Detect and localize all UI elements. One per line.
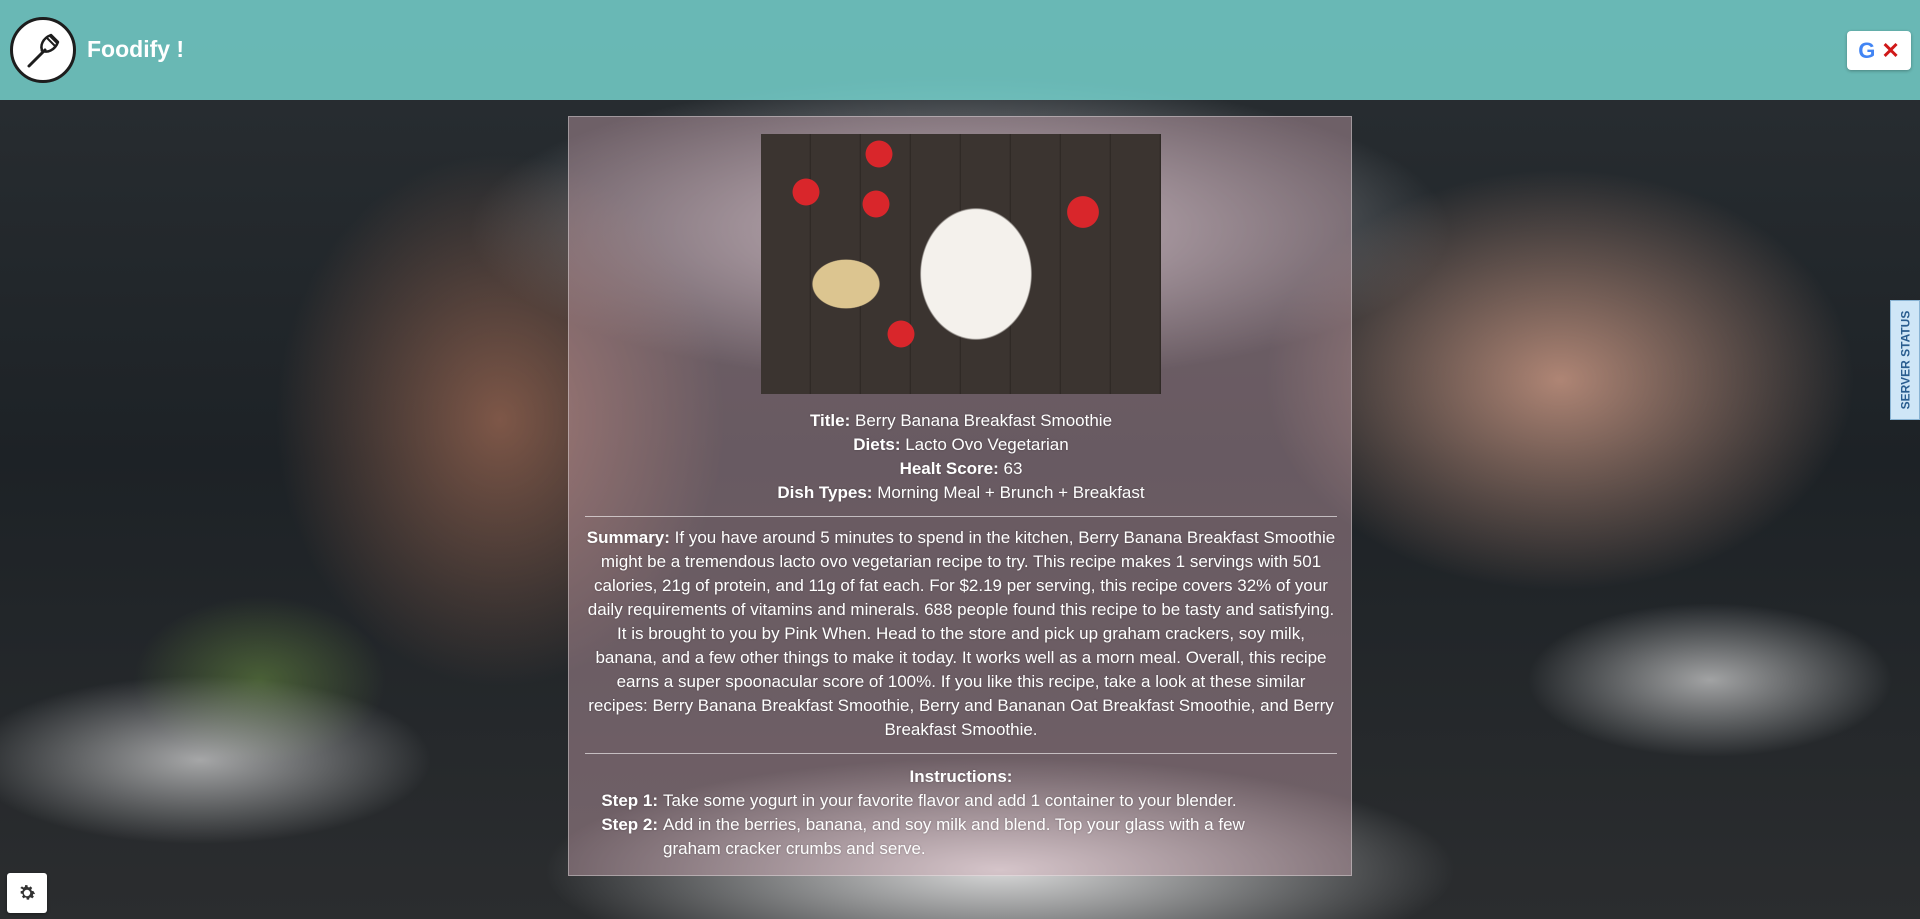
recipe-diets: Lacto Ovo Vegetarian — [905, 435, 1069, 454]
dish-types-label: Dish Types: — [777, 483, 873, 502]
instructions-heading: Instructions: — [909, 767, 1013, 786]
google-icon: G — [1858, 37, 1876, 63]
recipe-image — [761, 134, 1161, 394]
divider — [585, 753, 1337, 754]
settings-button[interactable] — [7, 873, 47, 913]
recipe-summary: Summary: If you have around 5 minutes to… — [585, 526, 1337, 742]
health-score-label: Healt Score: — [899, 459, 999, 478]
recipe-title-row: Title: Berry Banana Breakfast Smoothie — [569, 409, 1353, 433]
close-icon[interactable]: ✕ — [1881, 38, 1899, 64]
recipe-dish-types-row: Dish Types: Morning Meal + Brunch + Brea… — [569, 481, 1353, 505]
fork-icon — [27, 33, 60, 68]
instruction-step: Step 2: Add in the berries, banana, and … — [599, 813, 1319, 861]
step-label: Step 1: — [601, 791, 658, 810]
recipe-info: Title: Berry Banana Breakfast Smoothie D… — [569, 409, 1353, 505]
gear-icon — [20, 885, 36, 900]
app-header: Foodify ! G ✕ — [0, 0, 1920, 100]
step-label: Step 2: — [601, 815, 658, 834]
step-text: Take some yogurt in your favorite flavor… — [663, 791, 1237, 810]
dish-types: Morning Meal + Brunch + Breakfast — [877, 483, 1145, 502]
server-status-label: SERVER STATUS — [1898, 310, 1912, 410]
summary-label: Summary: — [586, 528, 670, 547]
divider — [585, 516, 1337, 517]
recipe-diets-row: Diets: Lacto Ovo Vegetarian — [569, 433, 1353, 457]
summary-text: If you have around 5 minutes to spend in… — [587, 528, 1336, 739]
recipe-title: Berry Banana Breakfast Smoothie — [855, 411, 1113, 430]
health-score: 63 — [1003, 459, 1023, 478]
app-logo[interactable] — [10, 17, 76, 83]
step-text: Add in the berries, banana, and soy milk… — [663, 815, 1245, 858]
recipe-card: Title: Berry Banana Breakfast Smoothie D… — [568, 116, 1352, 876]
instructions-list: Step 1: Take some yogurt in your favorit… — [599, 789, 1319, 861]
app-title: Foodify ! — [87, 36, 185, 62]
instruction-step: Step 1: Take some yogurt in your favorit… — [599, 789, 1319, 813]
recipe-health-row: Healt Score: 63 — [569, 457, 1353, 481]
diets-label: Diets: — [853, 435, 901, 454]
server-status-tab[interactable]: SERVER STATUS — [1890, 300, 1920, 420]
translate-toggle-button[interactable]: G ✕ — [1847, 31, 1911, 70]
title-label: Title: — [809, 411, 851, 430]
